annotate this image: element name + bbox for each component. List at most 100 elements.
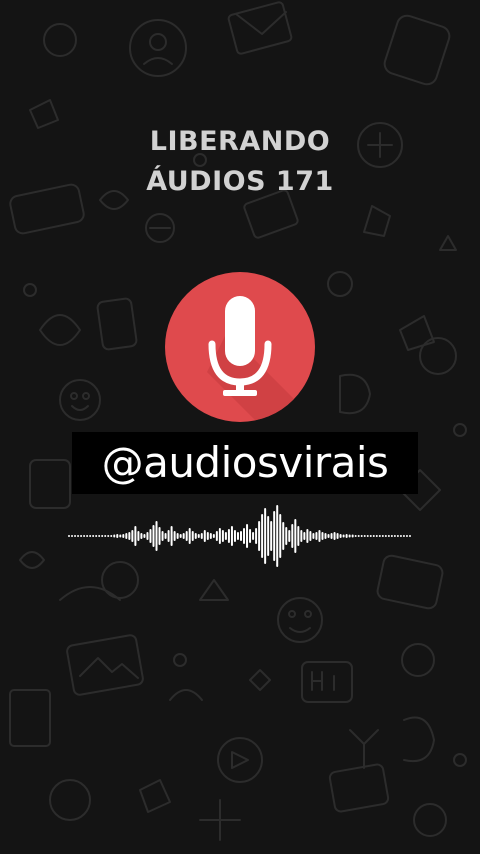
waveform-bar <box>152 525 155 547</box>
waveform-bar <box>291 524 294 548</box>
waveform-bar <box>330 533 333 539</box>
waveform-bar <box>197 534 200 538</box>
waveform-bar <box>396 535 399 537</box>
title-line-1: LIBERANDO <box>149 126 331 157</box>
waveform-bar <box>405 535 408 537</box>
waveform-bar <box>315 532 318 540</box>
waveform-bar <box>384 535 387 537</box>
microphone-icon <box>207 296 315 422</box>
waveform-bar <box>381 535 384 537</box>
waveform-bar <box>264 508 267 564</box>
waveform-bar <box>342 534 345 538</box>
waveform-bar <box>185 531 188 541</box>
waveform-bar <box>408 535 411 537</box>
waveform-bar <box>399 535 402 537</box>
waveform-bar <box>158 527 161 545</box>
waveform-bar <box>303 532 306 540</box>
waveform-bar <box>206 532 209 540</box>
waveform-bar <box>170 526 173 546</box>
waveform-bar <box>179 534 182 538</box>
waveform-bar <box>246 524 249 548</box>
waveform-bar <box>191 531 194 541</box>
waveform-bar <box>282 522 285 550</box>
waveform-bar <box>387 535 390 537</box>
waveform-bar <box>167 530 170 542</box>
waveform-bar <box>233 530 236 542</box>
waveform-bar <box>351 534 354 538</box>
waveform-bar <box>360 535 363 537</box>
waveform-bar <box>369 535 372 537</box>
waveform-bar <box>92 535 95 537</box>
waveform-bar <box>128 532 131 540</box>
waveform-bar <box>155 521 158 551</box>
waveform-bar <box>402 535 405 537</box>
waveform-bar <box>161 531 164 541</box>
waveform-bar <box>339 534 342 538</box>
waveform-bar <box>273 511 276 561</box>
waveform-bar <box>224 532 227 540</box>
waveform-bar <box>89 535 92 537</box>
waveform-bar <box>212 534 215 538</box>
waveform-bar <box>321 532 324 540</box>
waveform-bar <box>230 526 233 546</box>
waveform-bar <box>240 531 242 541</box>
waveform-bar <box>80 535 83 537</box>
waveform-bar <box>98 535 101 537</box>
waveform-bar <box>149 529 152 543</box>
waveform-bar <box>107 535 110 537</box>
waveform-bar <box>357 535 360 537</box>
waveform-bar <box>324 533 327 539</box>
waveform-bar <box>86 535 89 537</box>
waveform-bar <box>345 534 348 538</box>
waveform-bar <box>182 533 185 539</box>
waveform-bar <box>215 531 218 541</box>
waveform-bar <box>258 521 261 551</box>
waveform-bar <box>221 530 224 542</box>
waveform-bar <box>297 526 300 546</box>
waveform-bar <box>218 528 221 544</box>
waveform-bar <box>77 535 80 537</box>
waveform-bar <box>74 535 77 537</box>
waveform-bar <box>276 505 279 567</box>
waveform-bar <box>125 533 128 539</box>
mic-button[interactable] <box>165 272 315 422</box>
waveform-bar <box>101 535 104 537</box>
account-handle: @audiosvirais <box>101 438 389 487</box>
waveform-bar <box>95 535 98 537</box>
waveform-bar <box>134 526 137 546</box>
waveform-bar <box>348 534 351 538</box>
audio-waveform-icon <box>68 505 411 567</box>
waveform-bar <box>143 534 146 538</box>
waveform-bar <box>243 528 246 544</box>
waveform-bar <box>309 531 312 541</box>
waveform-bar <box>300 530 303 542</box>
page-title: LIBERANDO ÁUDIOS 171 <box>0 122 480 202</box>
waveform-bar <box>285 527 288 545</box>
waveform-bar <box>164 533 167 539</box>
waveform-bar <box>312 533 315 539</box>
waveform-bar <box>252 532 255 540</box>
waveform-bar <box>267 516 270 556</box>
waveform-bar <box>140 533 143 539</box>
waveform-bar <box>255 528 258 544</box>
waveform-bar <box>236 532 239 540</box>
waveform-bar <box>249 529 252 543</box>
waveform-bar <box>318 530 321 542</box>
waveform-bar <box>200 533 203 539</box>
waveform-bar <box>119 534 122 538</box>
waveform-bar <box>375 535 378 537</box>
waveform-bar <box>227 529 230 543</box>
waveform-bar <box>110 535 113 537</box>
waveform-bar <box>83 535 86 537</box>
waveform-bar <box>336 533 339 539</box>
waveform-bar <box>113 534 116 538</box>
waveform-bar <box>146 532 149 540</box>
waveform-bar <box>122 534 125 538</box>
waveform-bar <box>270 521 273 551</box>
waveform-bar <box>176 533 179 539</box>
title-line-2: ÁUDIOS 171 <box>146 166 334 197</box>
waveform-bar <box>188 528 191 544</box>
waveform-bar <box>116 534 119 538</box>
waveform-bar <box>390 535 393 537</box>
waveform-bar <box>137 531 140 541</box>
